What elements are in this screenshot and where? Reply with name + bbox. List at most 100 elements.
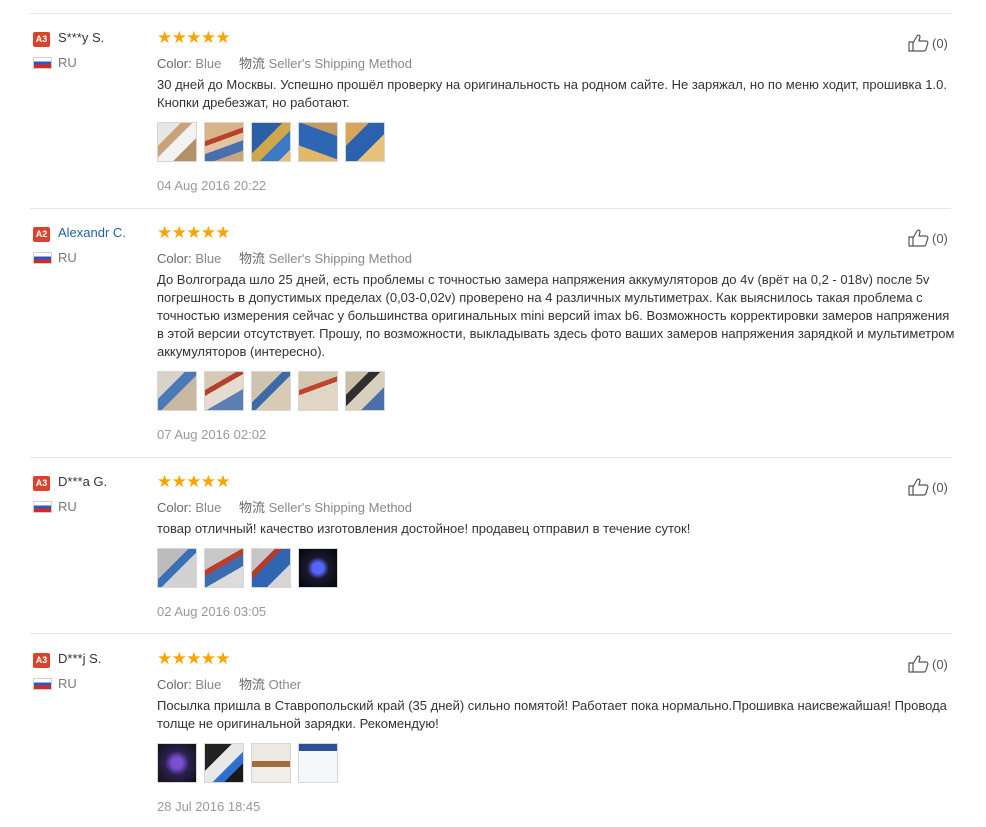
russia-flag-icon xyxy=(33,57,52,69)
review-photo[interactable] xyxy=(298,548,338,588)
star-icon: ★ xyxy=(157,472,173,491)
star-icon: ★ xyxy=(157,28,173,47)
review-text: 30 дней до Москвы. Успешно прошёл провер… xyxy=(157,77,947,110)
order-attributes: Color: Blue 物流 Seller's Shipping Method xyxy=(157,497,412,516)
reviewer-country: RU xyxy=(58,676,77,691)
star-icon: ★ xyxy=(200,649,217,668)
star-icon: ★ xyxy=(157,649,173,668)
review-photo[interactable] xyxy=(204,743,244,783)
review-text: Посылка пришла в Ставропольский край (35… xyxy=(157,698,947,731)
review-item: A2 Alexandr C. RU ★★★★★ Color: Blue 物流 S… xyxy=(30,223,954,458)
review-photo[interactable] xyxy=(251,122,291,162)
star-icon: ★ xyxy=(171,223,187,242)
review-photo[interactable] xyxy=(157,122,197,162)
review-feed: A3 S***y S. RU ★★★★★ Color: Blue 物流 Sell… xyxy=(0,0,986,827)
reviewer-name[interactable]: D***j S. xyxy=(58,651,101,666)
russia-flag-icon xyxy=(33,252,52,264)
review-date: 04 Aug 2016 20:22 xyxy=(157,178,267,193)
thumb-up-icon xyxy=(908,34,929,52)
level-badge: A3 xyxy=(33,653,50,668)
review-date: 28 Jul 2016 18:45 xyxy=(157,799,261,814)
reviewer-country: RU xyxy=(58,499,77,514)
helpful-count: (0) xyxy=(932,479,948,495)
star-icon: ★ xyxy=(215,28,231,47)
star-icon: ★ xyxy=(186,649,202,668)
review-photo[interactable] xyxy=(251,743,291,783)
helpful-button[interactable]: (0) xyxy=(908,655,948,673)
russia-flag-icon xyxy=(33,501,52,513)
rating-stars: ★★★★★ xyxy=(157,223,231,242)
helpful-count: (0) xyxy=(932,230,948,246)
review-photo[interactable] xyxy=(298,371,338,411)
star-icon: ★ xyxy=(171,472,187,491)
thumb-up-icon xyxy=(908,478,929,496)
helpful-button[interactable]: (0) xyxy=(908,229,948,247)
review-photo[interactable] xyxy=(345,371,385,411)
star-icon: ★ xyxy=(200,472,217,491)
reviewer-name[interactable]: S***y S. xyxy=(58,30,104,45)
star-icon: ★ xyxy=(186,472,202,491)
helpful-button[interactable]: (0) xyxy=(908,34,948,52)
review-photo[interactable] xyxy=(251,548,291,588)
color-label: Color: xyxy=(157,56,192,71)
review-photo[interactable] xyxy=(204,122,244,162)
star-icon: ★ xyxy=(215,649,231,668)
review-photo[interactable] xyxy=(157,743,197,783)
helpful-button[interactable]: (0) xyxy=(908,478,948,496)
rating-stars: ★★★★★ xyxy=(157,28,231,47)
shipping-value: Seller's Shipping Method xyxy=(268,56,413,71)
review-photo[interactable] xyxy=(204,548,244,588)
color-label: Color: xyxy=(157,500,192,515)
color-value: Blue xyxy=(195,251,222,266)
helpful-count: (0) xyxy=(932,656,948,672)
reviewer-country: RU xyxy=(58,250,77,265)
shipping-label: 物流 xyxy=(238,500,265,515)
review-photo[interactable] xyxy=(157,548,197,588)
thumb-up-icon xyxy=(908,229,929,247)
color-value: Blue xyxy=(195,56,222,71)
color-label: Color: xyxy=(157,251,192,266)
review-text: До Волгограда шло 25 дней, есть проблемы… xyxy=(157,272,955,359)
reviewer-country: RU xyxy=(58,55,77,70)
star-icon: ★ xyxy=(186,28,202,47)
star-icon: ★ xyxy=(157,223,173,242)
reviewer-name[interactable]: Alexandr C. xyxy=(58,225,126,240)
color-value: Blue xyxy=(195,500,222,515)
rating-stars: ★★★★★ xyxy=(157,649,231,668)
star-icon: ★ xyxy=(186,223,202,242)
review-photo[interactable] xyxy=(157,371,197,411)
review-text: товар отличный! качество изготовления до… xyxy=(157,521,691,536)
review-item: A3 S***y S. RU ★★★★★ Color: Blue 物流 Sell… xyxy=(30,28,951,209)
review-item: A3 D***j S. RU ★★★★★ Color: Blue 物流 Othe… xyxy=(30,649,951,827)
rating-stars: ★★★★★ xyxy=(157,472,231,491)
star-icon: ★ xyxy=(171,649,187,668)
divider xyxy=(30,208,951,209)
shipping-label: 物流 xyxy=(238,251,265,266)
level-badge: A3 xyxy=(33,32,50,47)
shipping-value: Other xyxy=(268,677,302,692)
color-value: Blue xyxy=(195,677,222,692)
review-photo[interactable] xyxy=(204,371,244,411)
review-photo[interactable] xyxy=(345,122,385,162)
level-badge: A2 xyxy=(33,227,50,242)
shipping-value: Seller's Shipping Method xyxy=(268,500,413,515)
review-date: 07 Aug 2016 02:02 xyxy=(157,427,267,442)
divider xyxy=(30,633,951,634)
order-attributes: Color: Blue 物流 Other xyxy=(157,674,301,693)
review-date: 02 Aug 2016 03:05 xyxy=(157,604,267,619)
color-label: Color: xyxy=(157,677,192,692)
level-badge: A3 xyxy=(33,476,50,491)
review-item: A3 D***a G. RU ★★★★★ Color: Blue 物流 Sell… xyxy=(30,472,951,634)
russia-flag-icon xyxy=(33,678,52,690)
review-photo[interactable] xyxy=(251,371,291,411)
helpful-count: (0) xyxy=(932,35,948,51)
thumb-up-icon xyxy=(908,655,929,673)
shipping-label: 物流 xyxy=(238,677,265,692)
divider xyxy=(30,457,951,458)
order-attributes: Color: Blue 物流 Seller's Shipping Method xyxy=(157,248,412,267)
review-photo[interactable] xyxy=(298,122,338,162)
shipping-value: Seller's Shipping Method xyxy=(268,251,413,266)
reviewer-name[interactable]: D***a G. xyxy=(58,474,107,489)
shipping-label: 物流 xyxy=(238,56,265,71)
review-photo[interactable] xyxy=(298,743,338,783)
